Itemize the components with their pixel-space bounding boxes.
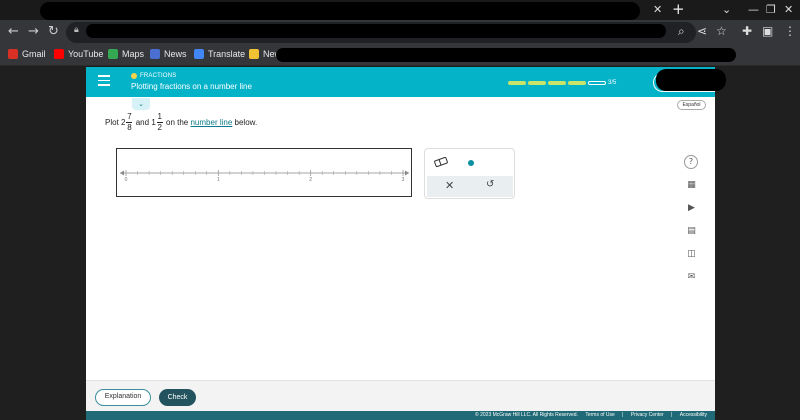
lesson-title: Plotting fractions on a number line xyxy=(131,82,252,91)
lock-icon[interactable]: 🔒︎ xyxy=(74,25,79,35)
minimize-icon[interactable]: — xyxy=(748,3,759,16)
news-icon xyxy=(150,49,160,59)
app-content: FRACTIONS Plotting fractions on a number… xyxy=(86,67,726,420)
progress-label: 3/5 xyxy=(608,80,617,86)
graph-toolbox: ✕ ↺ xyxy=(424,148,515,199)
mail-icon[interactable]: ✉ xyxy=(684,270,699,285)
undo-icon[interactable]: ↺ xyxy=(486,179,494,190)
maps-icon xyxy=(108,49,118,59)
bookmark-youtube[interactable]: YouTube xyxy=(54,49,103,59)
toolbox-actions: ✕ ↺ xyxy=(427,176,513,197)
sidepanel-icon[interactable]: ▣ xyxy=(762,24,773,38)
explanation-button[interactable]: Explanation xyxy=(95,389,151,406)
bookmark-label: Gmail xyxy=(22,49,46,59)
forward-icon[interactable]: → xyxy=(28,24,39,39)
youtube-icon xyxy=(54,49,64,59)
bookmark-gmail[interactable]: Gmail xyxy=(8,49,46,59)
bookmark-label: News xyxy=(164,49,187,59)
fraction-numerator: 7 xyxy=(127,112,132,121)
menu-icon[interactable] xyxy=(98,75,110,89)
privacy-link[interactable]: Privacy Center xyxy=(631,412,664,418)
bookmark-label: YouTube xyxy=(68,49,104,59)
calculator-icon[interactable]: ▤ xyxy=(684,224,699,239)
mixed-number-whole: 1 xyxy=(151,117,156,127)
fraction: 12 xyxy=(156,112,163,132)
fraction-denominator: 8 xyxy=(127,122,132,132)
bookmark-label: Translate xyxy=(208,49,246,59)
eraser-icon[interactable] xyxy=(433,157,449,167)
bookmark-label: Maps xyxy=(122,49,145,59)
check-button[interactable]: Check xyxy=(159,389,196,406)
tab-close-icon[interactable]: ✕ xyxy=(653,3,662,16)
menu-icon[interactable]: ⋮ xyxy=(784,24,796,38)
progress-segment xyxy=(568,81,586,85)
accessibility-link[interactable]: Accessibility xyxy=(680,412,707,418)
arrow-right-icon xyxy=(405,170,409,176)
tick-label: 1 xyxy=(217,177,220,183)
redacted-region xyxy=(40,2,640,20)
bookmark-news[interactable]: News xyxy=(150,49,187,59)
redacted-region xyxy=(656,69,726,91)
bookmark-translate[interactable]: Translate xyxy=(194,49,245,59)
copyright-text: © 2023 McGraw Hill LLC. All Rights Reser… xyxy=(475,412,578,418)
number-line-canvas[interactable]: 0 1 2 3 xyxy=(116,148,412,197)
tick-label: 0 xyxy=(125,177,128,183)
close-icon[interactable]: ✕ xyxy=(445,179,454,192)
redacted-region xyxy=(276,48,736,62)
fraction-numerator: 1 xyxy=(157,112,162,121)
lesson-header: FRACTIONS Plotting fractions on a number… xyxy=(86,67,715,97)
mixed-number-whole: 2 xyxy=(121,117,126,127)
point-tool-icon[interactable] xyxy=(468,160,474,166)
topic-label: FRACTIONS xyxy=(131,73,176,79)
new-icon xyxy=(249,49,259,59)
browser-tab-strip: ✕ + ⌄ — ❐ ✕ xyxy=(0,0,800,20)
chevron-down-icon[interactable]: ⌄ xyxy=(132,98,150,110)
back-icon[interactable]: ← xyxy=(8,24,19,39)
number-line[interactable]: 0 1 2 3 xyxy=(117,149,413,198)
topic-text: FRACTIONS xyxy=(140,73,177,79)
terms-link[interactable]: Terms of Use xyxy=(585,412,614,418)
bookmark-star-icon[interactable]: ☆ xyxy=(716,24,727,38)
progress-segment xyxy=(588,81,606,85)
number-line-link[interactable]: number line xyxy=(190,118,232,127)
prompt-text: on the xyxy=(166,117,189,127)
bookmark-maps[interactable]: Maps xyxy=(108,49,144,59)
tick-label: 3 xyxy=(402,177,405,183)
search-icon[interactable]: ⌕ xyxy=(678,24,685,39)
save-icon[interactable]: ◫ xyxy=(684,247,699,262)
copyright-bar: © 2023 McGraw Hill LLC. All Rights Reser… xyxy=(86,411,715,420)
tick-label: 2 xyxy=(309,177,312,183)
fraction: 78 xyxy=(126,112,133,132)
video-icon[interactable]: ▶ xyxy=(684,201,699,216)
translate-icon xyxy=(194,49,204,59)
share-icon[interactable]: ⋖ xyxy=(697,24,707,38)
progress-segment xyxy=(508,81,526,85)
prompt-text: Plot xyxy=(105,117,119,127)
gmail-icon xyxy=(8,49,18,59)
progress-segment xyxy=(528,81,546,85)
language-toggle-button[interactable]: Español xyxy=(677,100,706,110)
restore-icon[interactable]: ❐ xyxy=(766,3,776,16)
reload-icon[interactable]: ↻ xyxy=(48,24,59,39)
progress-bar xyxy=(508,81,606,85)
progress-segment xyxy=(548,81,566,85)
topic-dot-icon xyxy=(131,73,137,79)
prompt-text: below. xyxy=(234,117,258,127)
new-tab-button[interactable]: + xyxy=(672,0,685,18)
fraction-denominator: 2 xyxy=(157,122,162,132)
help-icon[interactable]: ? xyxy=(684,155,698,169)
arrow-left-icon xyxy=(120,170,124,176)
browser-toolbar: ← → ↻ 🔒︎ ⌕ ⋖ ☆ ✚ ▣ ⋮ xyxy=(0,20,800,46)
prompt-text: and xyxy=(135,117,150,127)
question-prompt: Plot 2 78 and 1 12 on the number line be… xyxy=(105,113,257,132)
redacted-region xyxy=(86,24,666,38)
extensions-icon[interactable]: ✚ xyxy=(742,24,752,38)
tab-search-icon[interactable]: ⌄ xyxy=(722,3,731,16)
calculator-icon[interactable]: ▦ xyxy=(684,178,699,193)
action-footer: Explanation Check xyxy=(86,380,715,411)
window-close-icon[interactable]: ✕ xyxy=(784,3,793,16)
